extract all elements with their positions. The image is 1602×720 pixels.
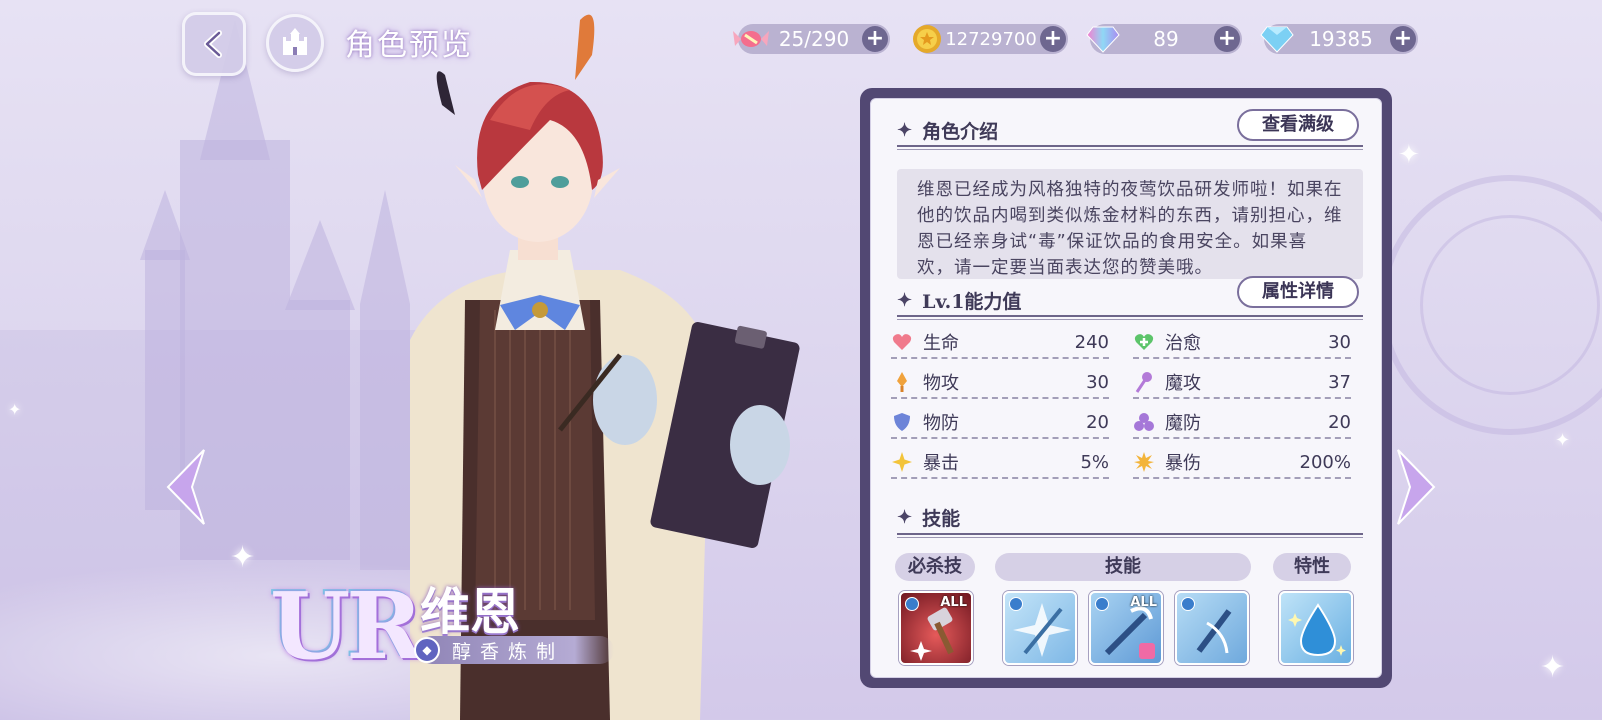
skill-1-icon[interactable] xyxy=(1003,591,1077,665)
ferris-wheel-silhouette xyxy=(1380,175,1602,435)
home-button[interactable] xyxy=(266,14,324,72)
gold-coin-icon xyxy=(908,20,946,58)
sparkle-icon: ✦ xyxy=(8,400,22,419)
intro-section-title: ✦ 角色介绍 xyxy=(897,117,998,144)
castle-silhouette xyxy=(285,220,355,310)
magic-defense-icon xyxy=(1133,411,1155,433)
water-drop-icon xyxy=(1288,603,1346,657)
rarity-badge: UR xyxy=(270,572,423,680)
add-diamond-button[interactable]: + xyxy=(1390,26,1416,52)
skills-section-title: ✦ 技能 xyxy=(897,504,960,531)
stat-magic-attack: 魔攻 37 xyxy=(1133,367,1351,399)
blue-element-icon: ◆ xyxy=(414,637,440,663)
skill-badge: ALL xyxy=(940,595,967,610)
castle-silhouette xyxy=(140,190,190,260)
currency-gold: 12729700 + xyxy=(913,24,1068,54)
next-character-arrow[interactable] xyxy=(1396,448,1436,526)
back-button[interactable] xyxy=(182,12,246,76)
add-stamina-button[interactable]: + xyxy=(862,26,888,52)
crit-star-icon xyxy=(891,451,913,473)
sparkle-icon: ✦ xyxy=(1555,430,1571,451)
add-gold-button[interactable]: + xyxy=(1040,26,1066,52)
castle-icon xyxy=(283,28,307,55)
character-badge: UR 维恩 ◆ 醇香炼制 xyxy=(240,560,660,700)
water-element-icon xyxy=(905,597,919,611)
intro-title-text: 角色介绍 xyxy=(922,121,999,143)
stats-section-title: ✦ Lv.1能力值 xyxy=(897,287,1021,314)
prev-character-arrow[interactable] xyxy=(166,448,206,526)
add-rainbow-gem-button[interactable]: + xyxy=(1214,26,1240,52)
currency-rainbow-gem: 89 + xyxy=(1086,24,1242,54)
heal-cross-icon xyxy=(1133,331,1155,353)
physical-attack-icon xyxy=(891,371,913,393)
skill-2-icon[interactable]: ALL xyxy=(1089,591,1163,665)
magic-attack-icon xyxy=(1133,371,1155,393)
skill-3-icon[interactable] xyxy=(1175,591,1249,665)
stat-hp: 生命 240 xyxy=(891,327,1109,359)
skill-badge: ALL xyxy=(1130,595,1157,610)
blue-diamond-icon xyxy=(1258,20,1296,58)
four-point-star-icon: ✦ xyxy=(897,120,913,141)
four-point-star-icon: ✦ xyxy=(897,290,913,311)
water-element-icon xyxy=(1095,597,1109,611)
info-panel: ✦ 角色介绍 查看满级 维恩已经成为风格独特的夜莺饮品研发师啦！如果在他的饮品内… xyxy=(860,88,1392,688)
view-max-level-button[interactable]: 查看满级 xyxy=(1237,109,1359,141)
currency-diamond: 19385 + xyxy=(1260,24,1418,54)
stats-title-text: Lv.1能力值 xyxy=(922,291,1022,313)
stat-magic-defense: 魔防 20 xyxy=(1133,407,1351,439)
skill-tag: 技能 xyxy=(995,553,1251,581)
shield-icon xyxy=(891,411,913,433)
character-title: 醇香炼制 xyxy=(452,640,565,663)
stat-physical-defense: 物防 20 xyxy=(891,407,1109,439)
ultimate-skill-icon[interactable]: ALL xyxy=(899,591,973,665)
four-point-star-icon: ✦ xyxy=(897,507,913,528)
stat-crit: 暴击 5% xyxy=(891,447,1109,479)
attribute-details-button[interactable]: 属性详情 xyxy=(1237,276,1359,308)
water-element-icon xyxy=(1009,597,1023,611)
info-panel-inner: ✦ 角色介绍 查看满级 维恩已经成为风格独特的夜莺饮品研发师啦！如果在他的饮品内… xyxy=(870,98,1382,678)
stat-crit-damage: 暴伤 200% xyxy=(1133,447,1351,479)
character-description: 维恩已经成为风格独特的夜莺饮品研发师啦！如果在他的饮品内喝到类似炼金材料的东西，… xyxy=(897,169,1363,279)
stat-physical-attack: 物攻 30 xyxy=(891,367,1109,399)
ultimate-tag: 必杀技 xyxy=(895,553,975,581)
character-name: 维恩 xyxy=(420,583,520,641)
castle-silhouette xyxy=(290,300,350,560)
heart-icon xyxy=(891,331,913,353)
crit-damage-icon xyxy=(1133,451,1155,473)
sparkle-icon: ✦ xyxy=(1540,650,1566,685)
trait-water-drop-icon[interactable] xyxy=(1279,591,1353,665)
rainbow-diamond-icon xyxy=(1084,20,1122,58)
sparkle-icon: ✦ xyxy=(1398,140,1420,170)
divider xyxy=(897,533,1363,538)
stat-heal: 治愈 30 xyxy=(1133,327,1351,359)
back-arrow-icon xyxy=(204,30,222,58)
ferris-wheel-silhouette xyxy=(1420,215,1600,395)
water-element-icon xyxy=(1181,597,1195,611)
skills-title-text: 技能 xyxy=(922,508,961,530)
character-title-bar: ◆ 醇香炼制 xyxy=(414,636,614,664)
trait-tag: 特性 xyxy=(1273,553,1351,581)
divider xyxy=(897,315,1363,320)
divider xyxy=(897,145,1363,150)
